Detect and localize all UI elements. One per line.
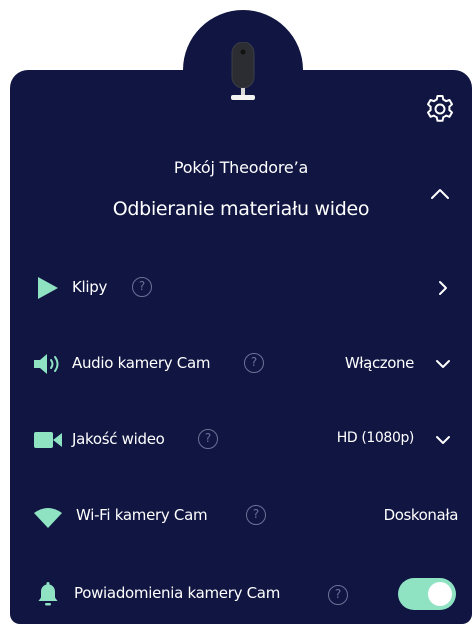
camera-details-panel: Pokój Theodore’a Odbieranie materiału wi… <box>0 0 474 626</box>
video-quality-row[interactable]: Jakość wideo ? HD (1080p) <box>10 420 472 460</box>
notifications-help-icon[interactable]: ? <box>328 585 348 605</box>
notifications-row: Powiadomienia kamery Cam ? <box>10 574 472 614</box>
audio-label: Audio kamery Cam <box>72 354 211 372</box>
chevron-up-icon[interactable] <box>428 184 452 204</box>
gear-icon[interactable] <box>424 93 456 125</box>
toggle-knob <box>428 582 452 606</box>
notifications-toggle[interactable] <box>398 578 456 610</box>
wifi-icon <box>34 508 62 528</box>
bell-icon <box>38 582 58 606</box>
audio-row[interactable]: Audio kamery Cam ? Włączone <box>10 344 472 384</box>
wifi-value: Doskonała <box>383 506 459 524</box>
wifi-label: Wi-Fi kamery Cam <box>76 506 208 524</box>
stream-status: Odbieranie materiału wideo <box>112 198 370 220</box>
audio-value[interactable]: Włączone <box>345 354 415 372</box>
clips-help-icon[interactable]: ? <box>132 277 152 297</box>
camera-device-icon <box>231 42 255 100</box>
chevron-right-icon[interactable] <box>434 280 452 296</box>
video-quality-value[interactable]: HD (1080p) <box>337 430 415 446</box>
play-icon <box>38 277 58 299</box>
video-camera-icon <box>34 432 62 448</box>
video-quality-label: Jakość wideo <box>72 430 165 448</box>
chevron-down-icon[interactable] <box>434 432 452 448</box>
video-quality-help-icon[interactable]: ? <box>198 429 218 449</box>
room-name: Pokój Theodore’a <box>173 158 309 177</box>
wifi-row: Wi-Fi kamery Cam ? Doskonała <box>10 496 472 536</box>
speaker-icon <box>34 354 59 374</box>
audio-help-icon[interactable]: ? <box>244 353 264 373</box>
clips-label: Klipy <box>72 278 108 296</box>
wifi-help-icon[interactable]: ? <box>246 505 266 525</box>
notifications-label: Powiadomienia kamery Cam <box>74 584 281 602</box>
clips-row[interactable]: Klipy ? <box>10 268 472 308</box>
chevron-down-icon[interactable] <box>434 356 452 372</box>
